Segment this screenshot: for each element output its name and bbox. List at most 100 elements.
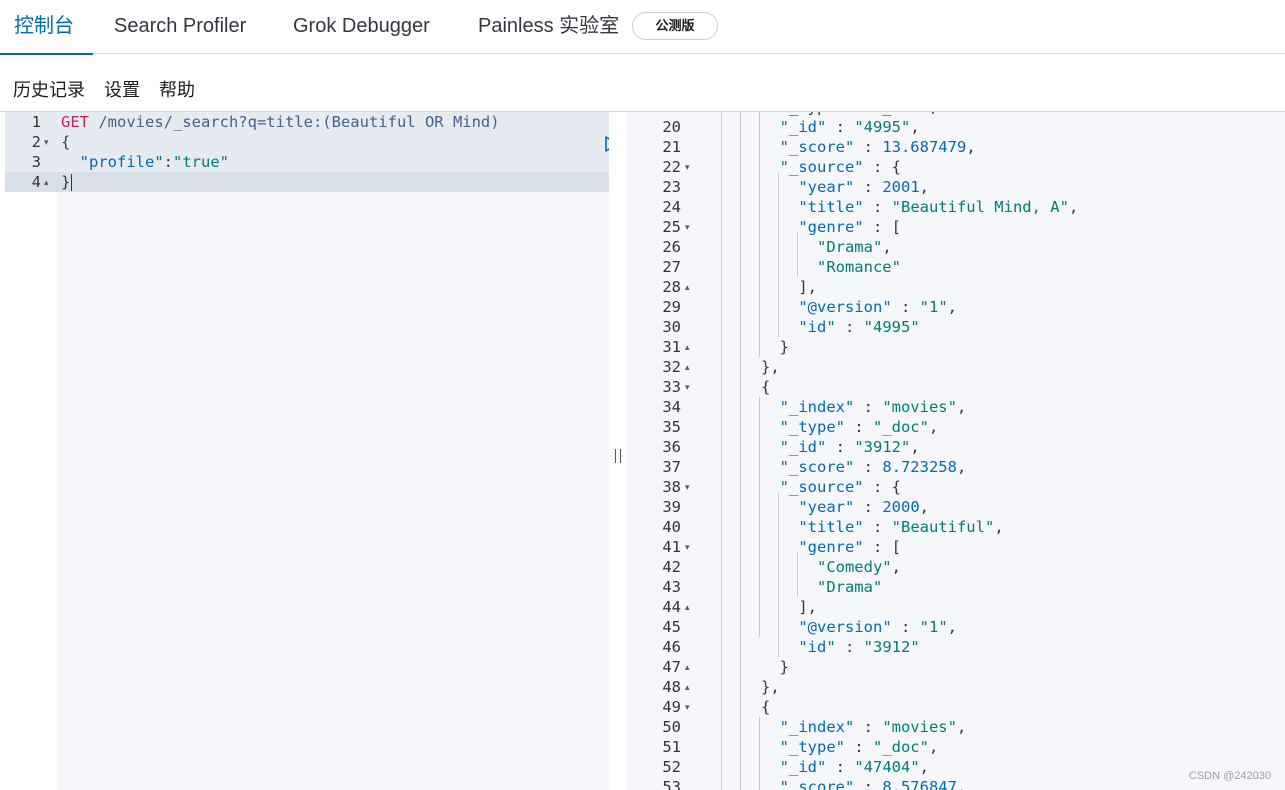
line-number: 2: [31, 133, 41, 151]
line-number: 23: [662, 178, 681, 196]
code-text: "title" : "Beautiful Mind, A",: [705, 197, 1078, 217]
fold-close-icon[interactable]: ▴: [685, 678, 690, 698]
line-number: 38: [662, 478, 681, 496]
code-line: 30 "id" : "4995": [627, 317, 1231, 337]
code-token: ,: [928, 738, 939, 756]
code-token: "_index": [779, 718, 855, 736]
watermark: CSDN @242030: [1188, 770, 1271, 782]
pane-resizer[interactable]: [609, 112, 627, 790]
code-token: ,: [919, 498, 929, 516]
fold-close-icon[interactable]: ▴: [685, 658, 690, 678]
code-text: "genre" : [: [705, 537, 901, 557]
code-token: :: [854, 178, 883, 196]
code-token: "profile": [79, 153, 164, 171]
line-number: 36: [662, 438, 681, 456]
code-line: 42 "Comedy",: [627, 557, 1231, 577]
code-line: 24 "title" : "Beautiful Mind, A",: [627, 197, 1231, 217]
fold-close-icon[interactable]: ▴: [685, 358, 690, 378]
code-token: 2000: [882, 498, 920, 516]
fold-close-icon[interactable]: ▴: [44, 173, 49, 193]
resizer-handle-icon[interactable]: [615, 449, 621, 463]
code-token: "3912": [854, 438, 911, 456]
line-number: 43: [662, 578, 681, 596]
code-token: {: [61, 133, 71, 151]
code-token: ,: [882, 238, 892, 256]
code-token: : {: [863, 158, 901, 176]
history-link[interactable]: 历史记录: [13, 76, 85, 102]
code-line: 43 "Drama": [627, 577, 1231, 597]
code-line: 21 "_score" : 13.687479,: [627, 137, 1231, 157]
code-token: 8.723258: [882, 458, 957, 476]
code-token: "movies": [882, 398, 957, 416]
code-token: :: [863, 518, 892, 536]
line-number: 28: [662, 278, 681, 296]
code-line: 22 ▾ "_source" : {: [627, 157, 1231, 177]
code-token: : [: [863, 218, 901, 236]
fold-close-icon[interactable]: ▴: [685, 598, 690, 618]
code-line: 37 "_score" : 8.723258,: [627, 457, 1231, 477]
wrench-icon[interactable]: [572, 114, 592, 134]
fold-close-icon[interactable]: ▴: [685, 278, 690, 298]
tab-console[interactable]: 控制台: [0, 0, 93, 55]
fold-open-icon[interactable]: ▾: [685, 218, 690, 238]
response-viewer[interactable]: 19 "_type" : "_doc",20 "_id" : "4995",21…: [627, 112, 1285, 790]
request-editor[interactable]: 1 GET /movies/_search?q=title:(Beautiful …: [5, 112, 609, 790]
code-text: "genre" : [: [705, 217, 901, 237]
code-token: "_doc": [872, 738, 929, 756]
code-token: :: [854, 138, 883, 156]
fold-open-icon[interactable]: ▾: [685, 378, 690, 398]
line-number: 24: [662, 198, 681, 216]
fold-open-icon[interactable]: ▾: [685, 158, 690, 178]
line-number: 49: [662, 698, 681, 716]
code-token: ,: [919, 178, 929, 196]
code-text: "Romance": [705, 257, 901, 277]
code-text: "year" : 2000,: [705, 497, 929, 517]
code-text: "_index" : "movies",: [705, 397, 967, 417]
code-token: "1": [919, 298, 948, 316]
line-number: 51: [662, 738, 681, 756]
code-token: ],: [705, 598, 817, 616]
code-line: 4 ▴}: [5, 172, 609, 192]
code-token: ],: [705, 278, 817, 296]
code-token: "_type": [779, 738, 845, 756]
code-text: },: [705, 677, 780, 697]
fold-close-icon[interactable]: ▴: [685, 338, 690, 358]
line-number: 40: [662, 518, 681, 536]
code-token: "title": [798, 518, 864, 536]
code-token: :: [854, 458, 883, 476]
fold-open-icon[interactable]: ▾: [685, 698, 690, 718]
code-line: 33 ▾ {: [627, 377, 1231, 397]
tab-grok-debugger[interactable]: Grok Debugger: [293, 0, 430, 54]
code-token: ,: [919, 758, 929, 776]
fold-open-icon[interactable]: ▾: [44, 133, 49, 153]
code-text: "title" : "Beautiful",: [705, 517, 1003, 537]
fold-open-icon[interactable]: ▾: [685, 538, 690, 558]
request-editor-body[interactable]: [57, 112, 609, 790]
fold-open-icon[interactable]: ▾: [685, 478, 690, 498]
play-icon[interactable]: [545, 114, 609, 152]
code-token: :: [163, 153, 174, 171]
line-number: 45: [662, 618, 681, 636]
code-line: 23 "year" : 2001,: [627, 177, 1231, 197]
code-token: "true": [173, 153, 230, 171]
code-token: 2001: [882, 178, 920, 196]
help-link[interactable]: 帮助: [159, 76, 195, 102]
code-token: "4995": [863, 318, 920, 336]
text-cursor: [71, 174, 72, 191]
code-line: 49 ▾ {: [627, 697, 1231, 717]
tab-search-profiler[interactable]: Search Profiler: [114, 0, 246, 54]
tab-painless-lab[interactable]: Painless 实验室: [478, 0, 619, 54]
settings-link[interactable]: 设置: [104, 76, 140, 102]
line-number: 32: [662, 358, 681, 376]
code-token: :: [844, 738, 873, 756]
code-token: : [: [863, 538, 901, 556]
code-token: "year": [798, 498, 855, 516]
code-line: 29 "@version" : "1",: [627, 297, 1231, 317]
